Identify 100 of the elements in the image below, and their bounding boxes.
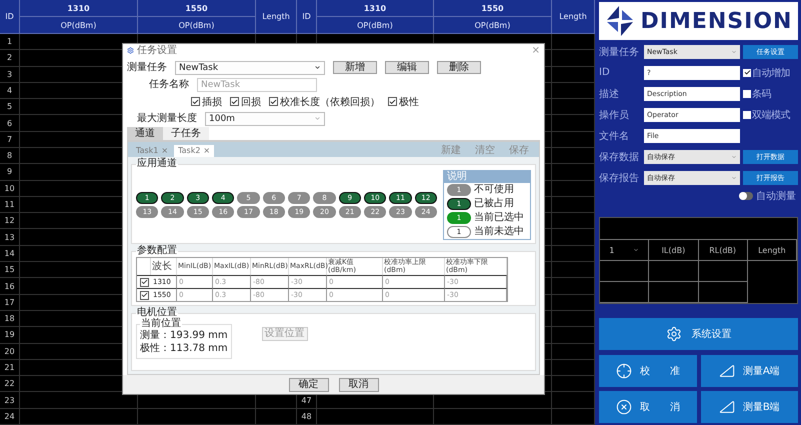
checkbox[interactable]: [191, 97, 200, 106]
row-id: 20: [0, 344, 20, 360]
table-cell: [698, 261, 748, 282]
caret-icon: [314, 64, 321, 71]
legend-label: 当前未选中: [474, 227, 524, 237]
row-checkbox[interactable]: [140, 278, 148, 287]
row-id: 18: [0, 310, 20, 328]
checkbox-label: 条码: [752, 88, 771, 100]
column-header: 1310: [20, 0, 138, 17]
checkbox[interactable]: [743, 68, 751, 76]
row-id: 12: [0, 213, 20, 230]
column-header: 1310: [317, 0, 434, 17]
dialog-button[interactable]: 编辑: [385, 61, 429, 74]
field-label: 任务名称: [149, 80, 189, 90]
checkbox[interactable]: [269, 97, 278, 106]
max-length-select[interactable]: 100m: [205, 112, 325, 126]
row-id: 22: [0, 376, 20, 392]
close-button[interactable]: ×: [532, 46, 540, 56]
checkbox[interactable]: [743, 90, 751, 98]
action-button[interactable]: 校 准: [599, 355, 696, 387]
legend-label: 当前已选中: [474, 213, 524, 223]
logo-text: DIMENSION: [640, 8, 792, 34]
legend-label: 已被占用: [474, 199, 514, 209]
action-button[interactable]: 测量B端: [700, 391, 798, 423]
column-subheader: OP(dBm): [434, 17, 552, 34]
table-cell: [256, 408, 297, 425]
triangle-ruler-icon: [718, 399, 735, 415]
legend-title: 说明: [444, 171, 530, 183]
row-checkbox[interactable]: [140, 290, 148, 300]
row-id: 15: [0, 262, 20, 278]
row-id: 2: [0, 50, 20, 67]
column-subheader: OP(dBm): [317, 17, 434, 34]
row-id: 14: [0, 246, 20, 262]
row-id: 1: [0, 34, 20, 50]
position-reading: 极性：113.78 mm: [140, 343, 228, 354]
group-title: 当前位置: [140, 319, 182, 330]
column-header: Length: [256, 0, 297, 34]
system-settings-button[interactable]: 系统设置: [599, 318, 798, 350]
row-id: 6: [0, 115, 20, 132]
dialog-button[interactable]: 新增: [333, 61, 377, 74]
group-title: 应用通道: [136, 159, 178, 169]
column-subheader: OP(dBm): [20, 17, 138, 34]
tab[interactable]: 通道: [127, 127, 163, 140]
column-header: ID: [297, 0, 317, 34]
checkbox-label: 自动增加: [752, 66, 790, 80]
checkbox[interactable]: [230, 97, 239, 106]
column-header: ID: [0, 0, 20, 34]
field-label: 保存报告: [599, 172, 640, 184]
task-name-field[interactable]: NewTask: [197, 78, 317, 92]
row-id: 21: [0, 360, 20, 376]
checkbox-label: 回损: [241, 96, 261, 108]
dialog-button[interactable]: 取消: [338, 378, 378, 392]
cancel-icon: [616, 399, 632, 415]
channel-select[interactable]: 1: [600, 240, 650, 261]
field-label: 操作员: [599, 108, 630, 122]
toggle-switch[interactable]: [739, 192, 753, 200]
crosshair-icon: [616, 363, 632, 379]
settings-icon: [127, 47, 134, 54]
row-id: 5: [0, 99, 20, 116]
row-id: 17: [0, 294, 20, 311]
row-id: 4: [0, 82, 20, 100]
row-id: 10: [0, 180, 20, 197]
row-id: 48: [297, 408, 317, 425]
dialog-button[interactable]: 确定: [288, 378, 328, 392]
tab[interactable]: 子任务: [163, 127, 209, 140]
field-label: 最大测量长度: [137, 114, 197, 124]
field-label: 测量任务: [127, 62, 167, 72]
caret-icon: [314, 115, 321, 122]
row-id: 19: [0, 327, 20, 344]
task-select[interactable]: NewTask: [175, 60, 325, 74]
group-title: 参数配置: [136, 246, 178, 256]
dialog-button[interactable]: 删除: [437, 61, 481, 74]
row-id: 11: [0, 196, 20, 214]
toggle-label: 自动测量: [756, 190, 796, 203]
caret-icon: [731, 48, 737, 54]
triangle-ruler-icon: [718, 363, 735, 379]
column-subheader: OP(dBm): [138, 17, 256, 34]
caret-icon: [731, 154, 737, 160]
action-button[interactable]: 测量A端: [700, 355, 798, 387]
row-id: 13: [0, 229, 20, 246]
checkbox-label: 极性: [399, 96, 419, 108]
subtask-tab[interactable]: Task1 ×: [132, 145, 172, 157]
row-id: 7: [0, 132, 20, 148]
legend-label: 不可使用: [474, 185, 514, 195]
checkbox-label: 校准长度（依赖回损）: [280, 96, 380, 108]
table-cell: [649, 282, 698, 303]
set-position-button[interactable]: 设置位置: [262, 327, 308, 342]
table-cell: [600, 261, 650, 282]
checkbox[interactable]: [743, 110, 751, 118]
subtask-tab[interactable]: Task2 ×: [174, 145, 214, 157]
field-label: 保存数据: [599, 150, 640, 164]
column-header: RL(dB): [698, 240, 748, 261]
settings-icon: [666, 326, 682, 342]
row-id: 8: [0, 148, 20, 164]
column-header: 波长: [151, 258, 177, 276]
field-label: 描述: [599, 88, 620, 100]
action-button[interactable]: 取 消: [599, 391, 696, 423]
row-id: 24: [0, 408, 20, 425]
checkbox[interactable]: [388, 97, 397, 106]
row-id: 23: [0, 392, 20, 409]
